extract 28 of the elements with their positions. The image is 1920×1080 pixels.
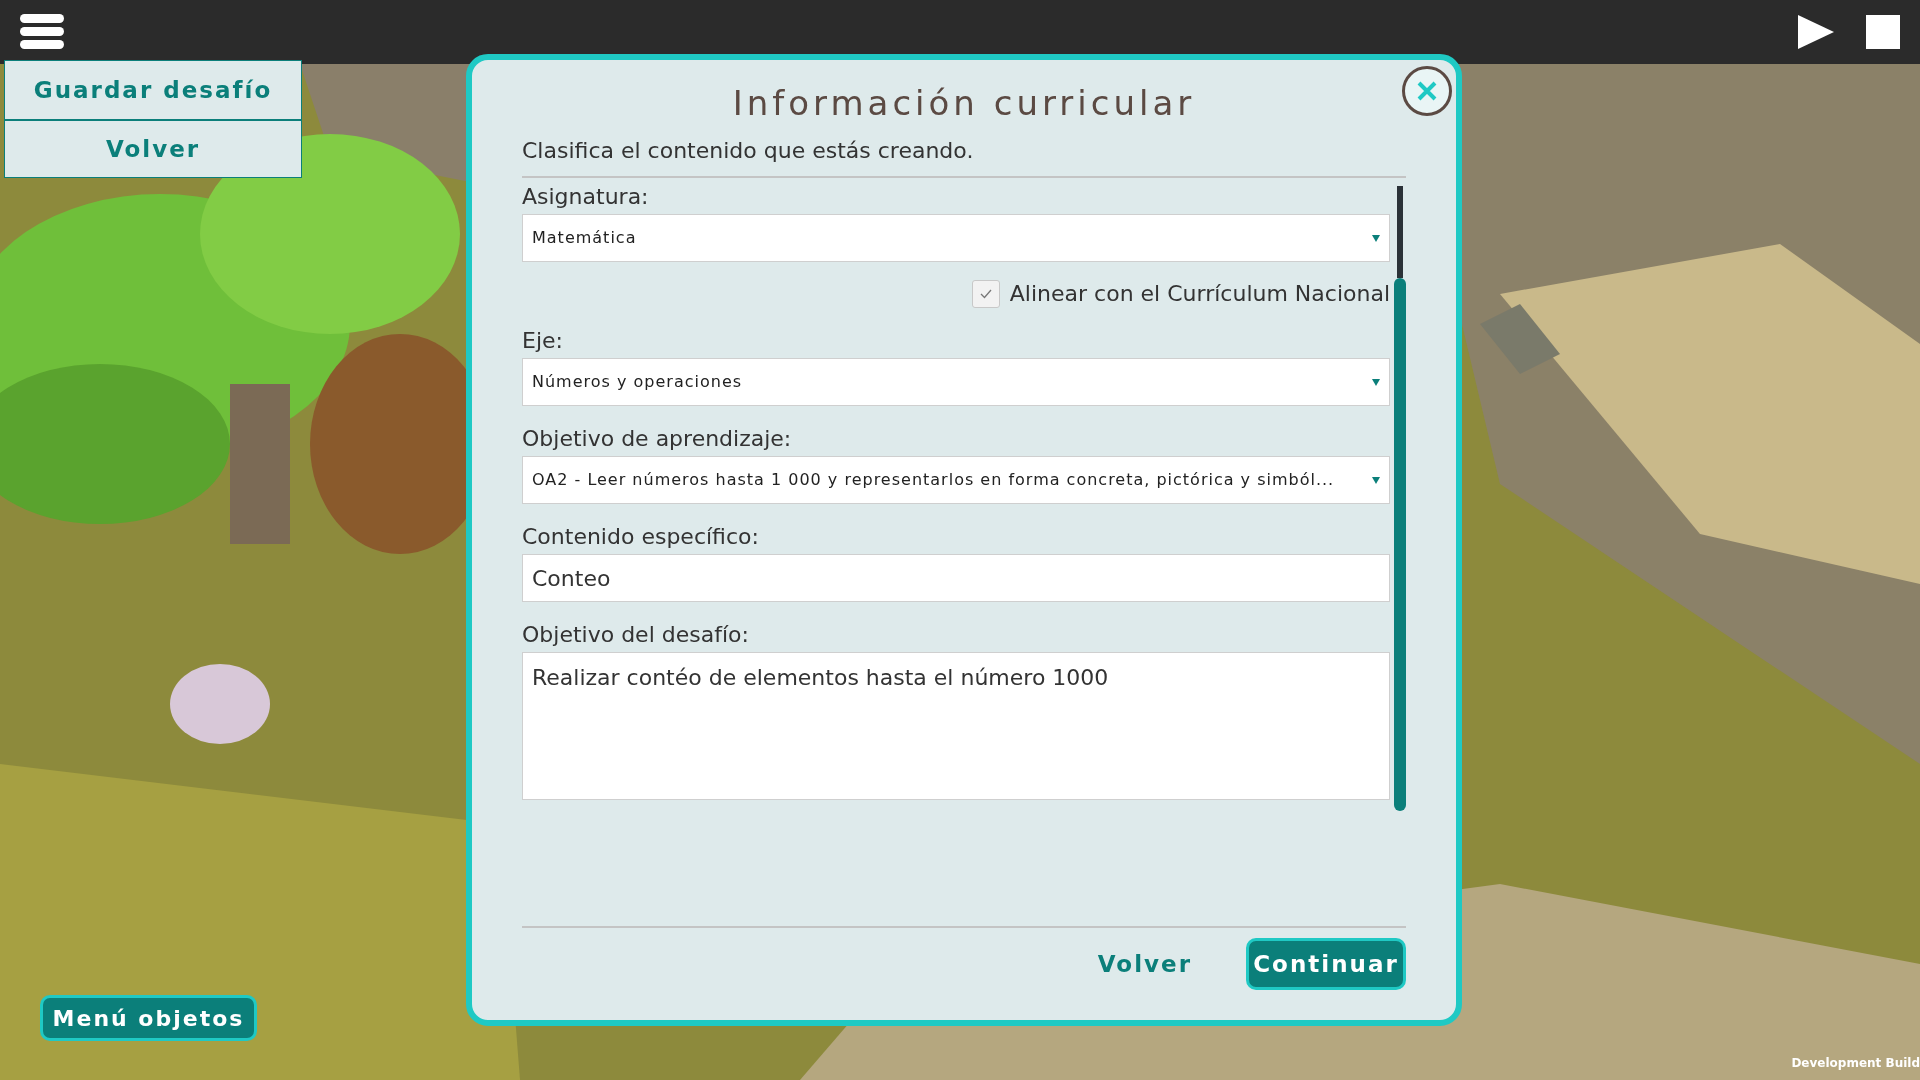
menu-icon[interactable] <box>20 14 64 50</box>
field-label: Contenido específico: <box>522 526 760 548</box>
text-field[interactable]: Conteo <box>522 554 1390 602</box>
caret-icon <box>1372 234 1380 242</box>
close-icon <box>1417 81 1437 101</box>
scrollbar[interactable] <box>1394 186 1406 811</box>
dropdown[interactable]: Números y operaciones <box>522 358 1390 406</box>
caret-icon <box>1372 378 1380 386</box>
back-button[interactable]: Volver <box>1097 946 1192 982</box>
caret-icon <box>1372 476 1380 484</box>
field-label: Asignatura: <box>522 186 650 208</box>
menu-item[interactable]: Guardar desafío <box>5 61 301 119</box>
dialog-subtitle: Clasifica el contenido que estás creando. <box>522 140 975 162</box>
field-label: Objetivo del desafío: <box>522 624 750 646</box>
play-icon[interactable] <box>1798 15 1834 49</box>
dialog-title: Información curricular <box>731 86 1197 120</box>
continue-button[interactable]: Continuar <box>1246 938 1406 990</box>
dropdown[interactable]: Matemática <box>522 214 1390 262</box>
field-label: Eje: <box>522 330 564 352</box>
dropdown[interactable]: OA2 - Leer números hasta 1 000 y representarlos en forma concreta, pictórica y simból... <box>522 456 1390 504</box>
checkbox-label: Alinear con el Currículum Nacional <box>1009 283 1390 305</box>
checkbox[interactable] <box>971 280 1000 308</box>
check-icon <box>979 289 992 299</box>
build-label: Development Build <box>1791 1055 1920 1072</box>
field-label: Objetivo de aprendizaje: <box>522 428 793 450</box>
objects-menu-button[interactable]: Menú objetos <box>40 995 257 1041</box>
menu-item[interactable]: Volver <box>5 119 301 177</box>
text-area[interactable]: Realizar contéo de elementos hasta el número 1000 <box>522 652 1390 800</box>
